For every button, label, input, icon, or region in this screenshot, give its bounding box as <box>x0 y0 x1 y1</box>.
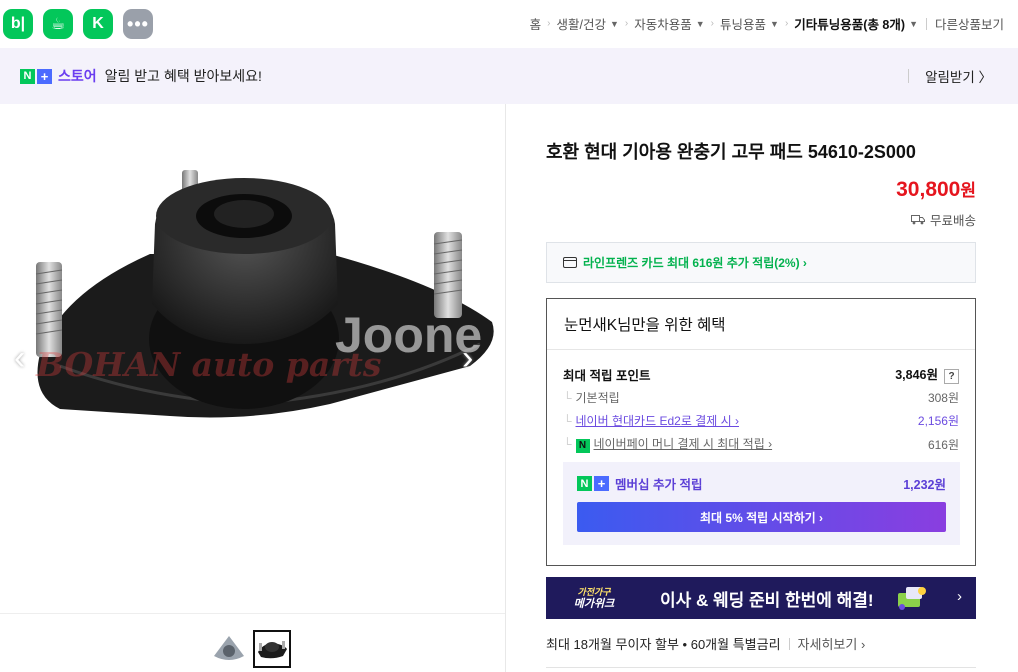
thumbnail-2-selected[interactable] <box>253 630 291 668</box>
naver-plus-icon: N + <box>577 476 609 491</box>
thumbnail-strip <box>0 613 505 672</box>
watermark-bohan: BOHAN auto parts <box>35 345 381 384</box>
top-bar: b| ☕ K ••• 홈 › 생활/건강 ▼ › 자동차용품 ▼ › 튜닝용품 ▼ ›… <box>0 0 1018 48</box>
membership-value: 1,232원 <box>903 478 946 492</box>
divider <box>788 637 790 650</box>
breadcrumb-current[interactable]: 기타튜닝용품(총 8개) ▼ <box>794 14 918 33</box>
plus-icon: + <box>594 476 609 491</box>
points-row-label: 네이버 현대카드 Ed2로 결제 시 › <box>575 414 739 428</box>
points-row-value: 616원 <box>927 437 959 452</box>
branch-icon: └ <box>563 437 572 451</box>
points-row-value: 2,156원 <box>917 414 959 428</box>
mega-week-logo: 가전가구 메가위크 <box>546 586 642 610</box>
benefit-heading: 눈먼새K님만을 위한 혜택 <box>547 299 975 350</box>
kream-icon[interactable]: K <box>83 9 113 39</box>
breadcrumb-home[interactable]: 홈 <box>530 14 542 33</box>
max-points-value: 3,846원 <box>895 368 938 382</box>
shipping-info: 무료배송 <box>910 210 976 229</box>
branch-icon: └ <box>563 414 572 428</box>
shipping-label: 무료배송 <box>929 214 976 228</box>
membership-start-button[interactable]: 최대 5% 적립 시작하기 › <box>577 502 946 532</box>
chevron-right-icon: › <box>784 18 789 29</box>
breadcrumb-label: 생활/건강 <box>556 18 606 32</box>
naver-n-icon: N <box>577 476 592 491</box>
breadcrumb-label: 자동차용품 <box>634 18 692 32</box>
price-unit: 원 <box>960 181 976 200</box>
previous-image-button[interactable]: ‹ <box>14 339 25 378</box>
other-products-link[interactable]: 다른상품보기 <box>935 14 1004 33</box>
installment-text: 최대 18개월 무이자 할부 • 60개월 특별금리 <box>546 637 781 652</box>
breadcrumb-label: 튜닝용품 <box>720 18 767 32</box>
divider <box>908 69 910 83</box>
breadcrumb-item-tuning[interactable]: 튜닝용품 ▼ <box>720 14 779 33</box>
divider <box>925 17 927 30</box>
notice-text: 알림 받고 혜택 받아보세요! <box>104 68 262 84</box>
max-points-value-group: 3,846원? <box>895 364 959 384</box>
truck-icon <box>910 215 925 225</box>
plus-icon: + <box>37 68 52 84</box>
next-image-button[interactable]: › <box>462 339 473 378</box>
divider <box>546 667 976 668</box>
help-icon[interactable]: ? <box>944 369 959 384</box>
membership-section: N + 멤버십 추가 적립 1,232원 최대 5% 적립 시작하기 › <box>563 462 960 545</box>
banner-text: 이사 & 웨딩 준비 한번에 해결! <box>660 590 874 610</box>
product-main-image[interactable]: Joone BOHAN auto parts ‹ › <box>0 104 505 612</box>
mega-week-banner[interactable]: 가전가구 메가위크 이사 & 웨딩 준비 한번에 해결! › <box>546 577 976 619</box>
caret-down-icon: ▼ <box>695 18 705 29</box>
card-promo-text: 라인프렌즈 카드 최대 616원 추가 적립(2%) › <box>583 256 807 270</box>
chevron-right-icon: › <box>624 18 629 29</box>
strut-mount-illustration: Joone BOHAN auto parts <box>35 170 494 418</box>
caret-down-icon: ▼ <box>909 18 918 29</box>
notification-banner: N + 스토어 알림 받고 혜택 받아보세요! 알림받기 〉 <box>0 48 1018 104</box>
breadcrumb-item-health[interactable]: 생활/건강 ▼ <box>556 14 618 33</box>
card-promo-banner[interactable]: 라인프렌즈 카드 최대 616원 추가 적립(2%) › <box>546 242 976 283</box>
notification-button-label: 알림받기 〉 <box>925 70 992 85</box>
banner-arrow-icon: › <box>957 588 962 605</box>
thumbnail-image <box>258 641 287 659</box>
more-apps-icon[interactable]: ••• <box>123 9 153 39</box>
naverpay-icon: N <box>575 439 590 453</box>
installment-info: 최대 18개월 무이자 할부 • 60개월 특별금리 자세히보기 › <box>546 634 865 653</box>
breadcrumb-label: 기타튜닝용품(총 8개) <box>794 18 906 32</box>
max-points-label: 최대 적립 포인트 <box>563 368 651 383</box>
gift-illustration-icon <box>898 587 926 610</box>
chevron-right-icon: › <box>710 18 715 29</box>
banner-brand-bottom: 메가위크 <box>573 598 615 610</box>
breadcrumb-item-car[interactable]: 자동차용품 ▼ <box>634 14 704 33</box>
installment-details-link[interactable]: 자세히보기 › <box>798 634 866 653</box>
membership-label-group: N + 멤버십 추가 적립 <box>577 474 702 493</box>
points-row-hyundai-card[interactable]: └ 네이버 현대카드 Ed2로 결제 시 › 2,156원 <box>563 412 959 429</box>
membership-row: N + 멤버십 추가 적립 1,232원 <box>577 474 946 493</box>
points-row-basic: └ 기본적립 308원 <box>563 389 959 406</box>
points-row-naverpay[interactable]: └ N 네이버페이 머니 결제 시 최대 적립 › 616원 <box>563 435 959 453</box>
benefit-panel: 눈먼새K님만을 위한 혜택 최대 적립 포인트 3,846원? └ 기본적립 30… <box>546 298 976 566</box>
product-title: 호환 현대 기아용 완충기 고무 패드 54610-2S000 <box>546 142 916 162</box>
naver-plus-store-logo: N + 스토어 <box>20 66 97 86</box>
membership-label: 멤버십 추가 적립 <box>615 478 703 492</box>
branch-icon: └ <box>563 391 572 405</box>
thumbnail-image <box>214 636 244 660</box>
caret-down-icon: ▼ <box>609 18 619 29</box>
naver-n-icon: N <box>20 68 35 84</box>
credit-card-icon <box>563 257 577 268</box>
points-row-label: 기본적립 <box>575 391 620 405</box>
points-row-value: 308원 <box>927 391 959 405</box>
cafe-icon[interactable]: ☕ <box>43 9 73 39</box>
points-row-label: 네이버페이 머니 결제 시 최대 적립 › <box>593 437 773 451</box>
price-value: 30,800 <box>896 178 961 201</box>
product-price: 30,800원 <box>896 176 976 202</box>
app-shortcuts: b| ☕ K ••• <box>3 9 153 39</box>
blog-icon[interactable]: b| <box>3 9 33 39</box>
store-label: 스토어 <box>58 68 97 84</box>
breadcrumb: 홈 › 생활/건강 ▼ › 자동차용품 ▼ › 튜닝용품 ▼ › 기타튜닝용품(총 8… <box>530 14 1004 33</box>
max-points-row: 최대 적립 포인트 3,846원? <box>563 364 959 384</box>
notification-subscribe-button[interactable]: 알림받기 〉 <box>908 66 992 86</box>
caret-down-icon: ▼ <box>770 18 779 29</box>
banner-brand-top: 가전가구 <box>577 587 611 597</box>
product-gallery: Joone BOHAN auto parts ‹ › <box>0 104 506 672</box>
chevron-right-icon: › <box>547 18 551 29</box>
thumbnail-1[interactable] <box>210 630 248 668</box>
